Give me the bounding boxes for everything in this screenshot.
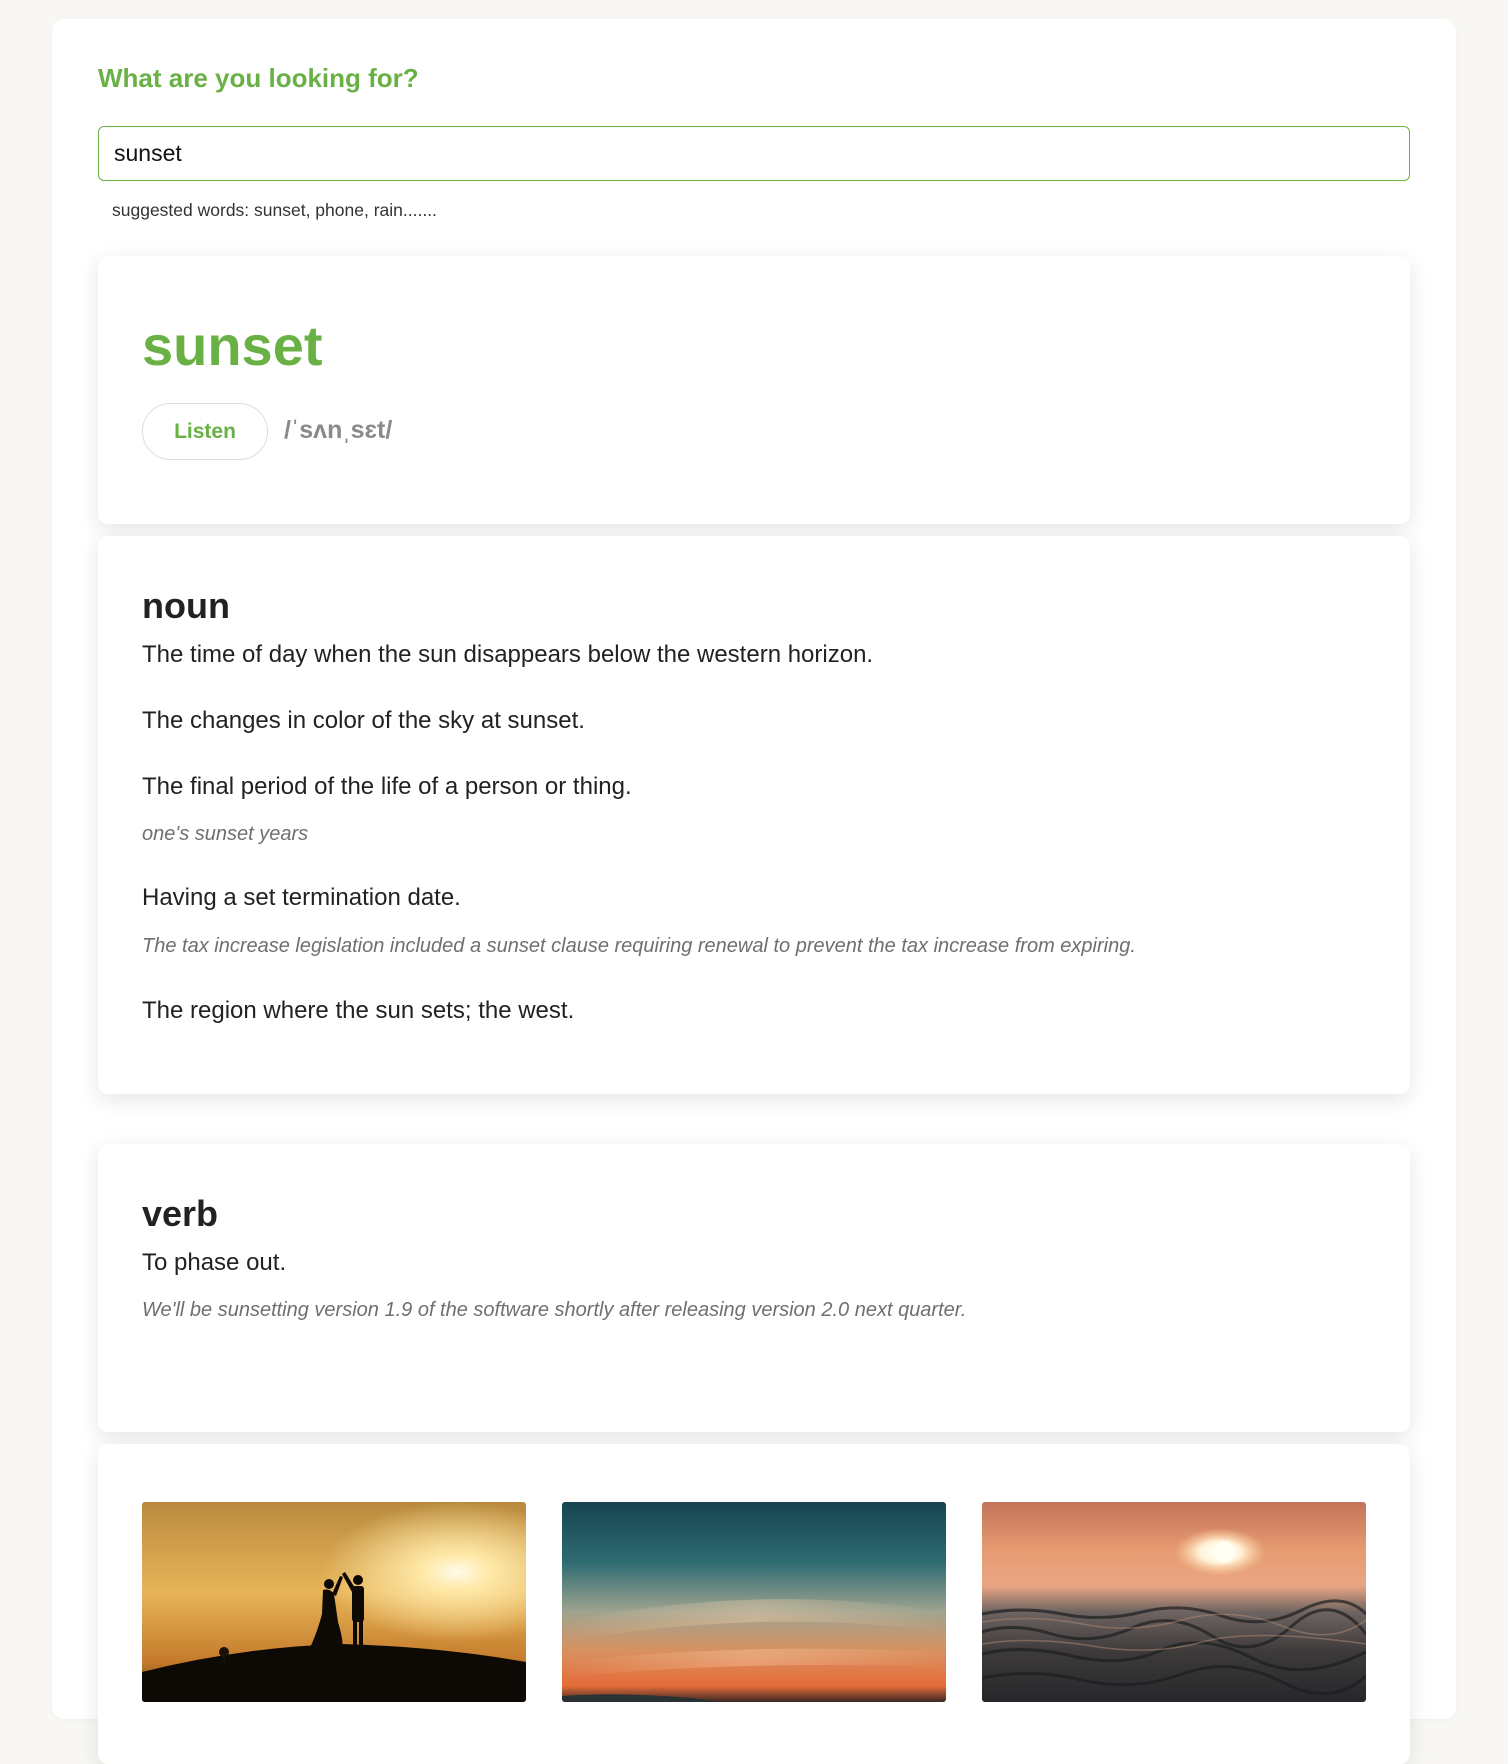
search-input[interactable] <box>98 126 1410 181</box>
definition: The changes in color of the sky at sunse… <box>142 707 585 734</box>
search-heading: What are you looking for? <box>98 63 419 93</box>
suggested-words-hint: suggested words: sunset, phone, rain....… <box>112 200 437 220</box>
definition-example: one's sunset years <box>142 823 309 845</box>
definition: The time of day when the sun disappears … <box>142 641 874 668</box>
definition-example: The tax increase legislation included a … <box>142 935 1136 957</box>
image-gallery <box>98 1444 1410 1764</box>
gallery-image-teal-sky[interactable] <box>562 1502 946 1702</box>
word-title: sunset <box>142 314 323 377</box>
app-container: What are you looking for? suggested word… <box>52 19 1456 1764</box>
noun-meaning-card: noun The time of day when the sun disapp… <box>98 536 1410 1094</box>
gallery-image-ocean-sunset[interactable] <box>982 1502 1366 1702</box>
definition: Having a set termination date. <box>142 884 461 911</box>
word-card: sunset Listen /ˈsʌnˌsɛt/ <box>98 256 1410 524</box>
part-of-speech-heading: verb <box>142 1193 219 1234</box>
definition: The final period of the life of a person… <box>142 773 632 800</box>
part-of-speech-heading: noun <box>142 585 230 626</box>
phonetic-text: /ˈsʌnˌsɛt/ <box>284 416 393 444</box>
definition-example: We'll be sunsetting version 1.9 of the s… <box>142 1299 967 1321</box>
verb-meaning-card: verb To phase out. We'll be sunsetting v… <box>98 1144 1410 1432</box>
listen-button[interactable]: Listen <box>142 403 268 460</box>
definition: The region where the sun sets; the west. <box>142 997 575 1024</box>
gallery-image-couple-silhouette[interactable] <box>142 1502 526 1702</box>
definition: To phase out. <box>142 1249 287 1276</box>
